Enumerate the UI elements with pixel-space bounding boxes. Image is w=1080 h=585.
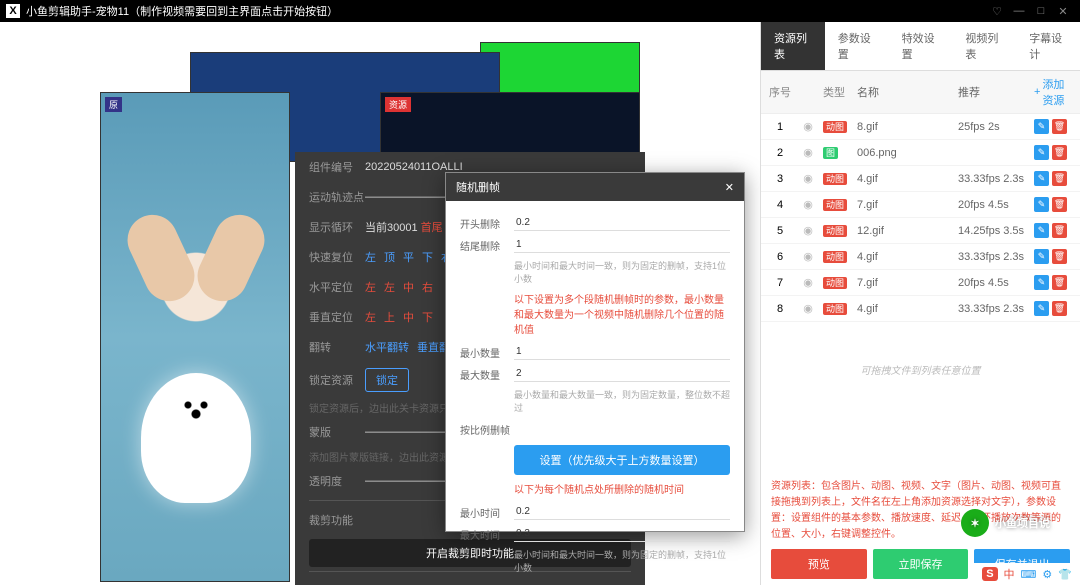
track-label: 运动轨迹点 [309, 189, 365, 205]
window-title: 小鱼剪辑助手-宠物11（制作视频需要回到主界面点击开始按钮） [26, 3, 338, 19]
delete-icon[interactable]: 🗑 [1052, 275, 1067, 290]
type-badge: 动图 [823, 173, 847, 185]
table-row[interactable]: 7◉动图7.gif20fps 4.5s✎🗑 [761, 270, 1080, 296]
side-tabs: 资源列表 参数设置 特效设置 视频列表 字幕设计 [761, 22, 1080, 71]
tab-subtitle[interactable]: 字幕设计 [1016, 22, 1080, 70]
preview-content-dog [141, 373, 251, 503]
dialog-title: 随机删帧 [456, 179, 500, 195]
min-time-input[interactable]: 0.2 [514, 504, 730, 520]
ime-lang[interactable]: 中 [1004, 566, 1015, 582]
side-panel: 资源列表 参数设置 特效设置 视频列表 字幕设计 序号 类型 名称 推荐 + 添… [760, 22, 1080, 585]
keyboard-icon[interactable]: ⌨ [1021, 568, 1037, 581]
type-badge: 图 [823, 147, 838, 159]
lock-label: 锁定资源 [309, 372, 365, 388]
crop-label: 裁剪功能 [309, 512, 365, 528]
edit-icon[interactable]: ✎ [1034, 171, 1049, 186]
table-row[interactable]: 2◉图006.png✎🗑 [761, 140, 1080, 166]
preview-button[interactable]: 预览 [771, 549, 867, 579]
drop-hint: 可拖拽文件到列表任意位置 [761, 322, 1080, 417]
layer-tag: 资源 [385, 97, 411, 112]
table-row[interactable]: 3◉动图4.gif33.33fps 2.3s✎🗑 [761, 166, 1080, 192]
dialog-close-icon[interactable]: ✕ [725, 181, 734, 194]
preview-frame[interactable]: 原 [100, 92, 290, 582]
titlebar: X 小鱼剪辑助手-宠物11（制作视频需要回到主界面点击开始按钮） ♡ — □ ✕ [0, 0, 1080, 22]
statusbar: S 中 ⌨ ⚙ 👕 [974, 563, 1080, 585]
edit-icon[interactable]: ✎ [1034, 249, 1049, 264]
eye-icon[interactable]: ◉ [793, 120, 823, 133]
mask-label: 蒙版 [309, 424, 365, 440]
table-row[interactable]: 5◉动图12.gif14.25fps 3.5s✎🗑 [761, 218, 1080, 244]
edit-icon[interactable]: ✎ [1034, 145, 1049, 160]
table-row[interactable]: 6◉动图4.gif33.33fps 2.3s✎🗑 [761, 244, 1080, 270]
skin-icon[interactable]: 👕 [1058, 568, 1072, 581]
eye-icon[interactable]: ◉ [793, 276, 823, 289]
eye-icon[interactable]: ◉ [793, 146, 823, 159]
eye-icon[interactable]: ◉ [793, 302, 823, 315]
edit-icon[interactable]: ✎ [1034, 223, 1049, 238]
delete-icon[interactable]: 🗑 [1052, 145, 1067, 160]
tab-resources[interactable]: 资源列表 [761, 22, 825, 70]
ratio-setting-button[interactable]: 设置（优先级大于上方数量设置） [514, 445, 730, 475]
watermark: ✶ 小鱼项目说 [961, 509, 1050, 537]
edit-icon[interactable]: ✎ [1034, 275, 1049, 290]
table-row[interactable]: 1◉动图8.gif25fps 2s✎🗑 [761, 114, 1080, 140]
edit-icon[interactable]: ✎ [1034, 197, 1049, 212]
delete-icon[interactable]: 🗑 [1052, 223, 1067, 238]
delete-icon[interactable]: 🗑 [1052, 119, 1067, 134]
delete-icon[interactable]: 🗑 [1052, 249, 1067, 264]
loop-label: 显示循环 [309, 219, 365, 235]
add-resource-button[interactable]: + 添加资源 [1034, 76, 1074, 108]
preview-content-hands [121, 203, 271, 343]
reset-label: 快速复位 [309, 249, 365, 265]
type-badge: 动图 [823, 225, 847, 237]
help-icon[interactable]: ♡ [986, 5, 1008, 18]
save-button[interactable]: 立即保存 [873, 549, 969, 579]
max-time-input[interactable]: 0.3 [514, 526, 730, 542]
opacity-label: 透明度 [309, 473, 365, 489]
type-badge: 动图 [823, 199, 847, 211]
type-badge: 动图 [823, 251, 847, 263]
min-count-input[interactable]: 1 [514, 344, 730, 360]
tab-params[interactable]: 参数设置 [825, 22, 889, 70]
table-row[interactable]: 4◉动图7.gif20fps 4.5s✎🗑 [761, 192, 1080, 218]
hpos-label: 水平定位 [309, 279, 365, 295]
lock-button[interactable]: 锁定 [365, 368, 409, 392]
table-header: 序号 类型 名称 推荐 + 添加资源 [761, 71, 1080, 114]
canvas-area[interactable]: 资源 原 组件编号20220524011OALLI 运动轨迹点———————— … [0, 22, 760, 585]
eye-icon[interactable]: ◉ [793, 198, 823, 211]
preview-tag: 原 [105, 97, 122, 112]
random-delete-dialog: 随机删帧✕ 开头删除0.2 结尾删除1 最小时间和最大时间一致，则为固定的删帧，… [445, 172, 745, 532]
max-count-input[interactable]: 2 [514, 366, 730, 382]
tab-videos[interactable]: 视频列表 [952, 22, 1016, 70]
close-button[interactable]: ✕ [1052, 5, 1074, 18]
loop-first[interactable]: 首尾 [421, 222, 443, 234]
settings-icon[interactable]: ⚙ [1042, 568, 1052, 581]
maximize-button[interactable]: □ [1030, 5, 1052, 17]
end-delete-input[interactable]: 1 [514, 237, 730, 253]
type-badge: 动图 [823, 121, 847, 133]
type-badge: 动图 [823, 277, 847, 289]
table-row[interactable]: 8◉动图4.gif33.33fps 2.3s✎🗑 [761, 296, 1080, 322]
delete-icon[interactable]: 🗑 [1052, 301, 1067, 316]
type-badge: 动图 [823, 303, 847, 315]
eye-icon[interactable]: ◉ [793, 224, 823, 237]
vpos-label: 垂直定位 [309, 309, 365, 325]
app-icon: X [6, 4, 20, 18]
wechat-icon: ✶ [961, 509, 989, 537]
edit-icon[interactable]: ✎ [1034, 119, 1049, 134]
eye-icon[interactable]: ◉ [793, 250, 823, 263]
flip-label: 翻转 [309, 339, 365, 355]
start-delete-input[interactable]: 0.2 [514, 215, 730, 231]
ime-icon[interactable]: S [982, 567, 997, 581]
minimize-button[interactable]: — [1008, 5, 1030, 17]
tab-effects[interactable]: 特效设置 [889, 22, 953, 70]
delete-icon[interactable]: 🗑 [1052, 197, 1067, 212]
edit-icon[interactable]: ✎ [1034, 301, 1049, 316]
id-label: 组件编号 [309, 159, 365, 175]
eye-icon[interactable]: ◉ [793, 172, 823, 185]
delete-icon[interactable]: 🗑 [1052, 171, 1067, 186]
